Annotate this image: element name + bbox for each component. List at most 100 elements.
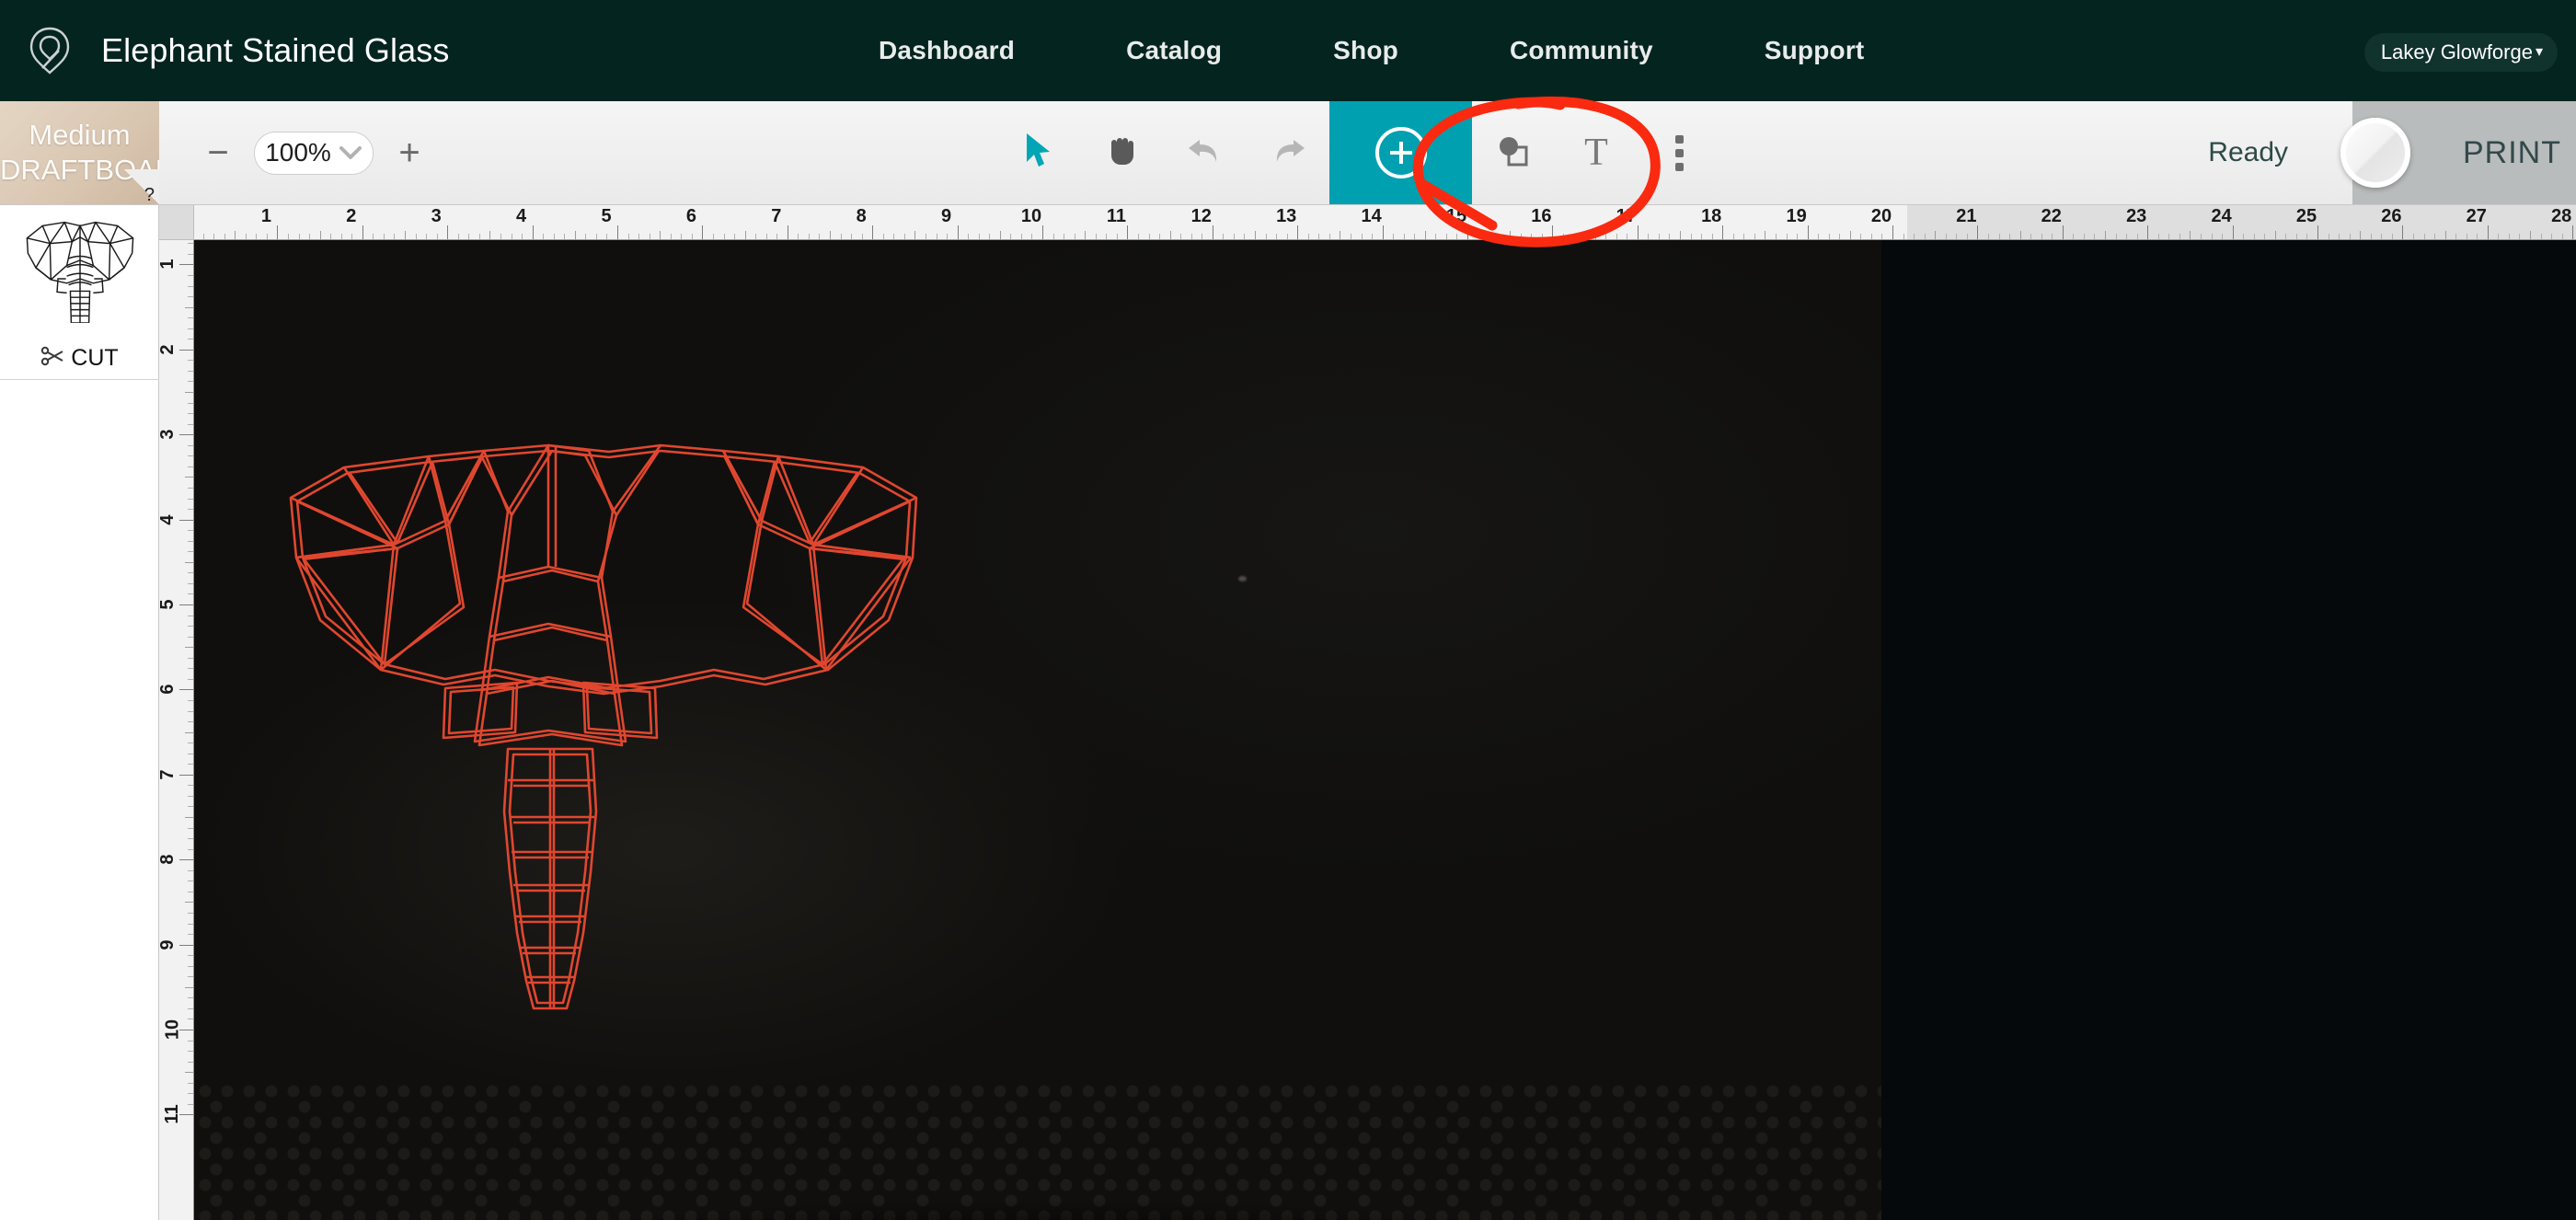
- user-account-menu[interactable]: Lakey Glowforge ▾: [2363, 33, 2558, 72]
- ruler-tick-minor: [188, 317, 193, 319]
- ruler-tick-minor: [1052, 234, 1054, 239]
- ruler-tick-minor: [1424, 231, 1426, 239]
- ruler-label: 5: [159, 599, 178, 610]
- ruler-tick-minor: [188, 582, 193, 584]
- zoom-in-button[interactable]: +: [385, 128, 434, 178]
- top-navigation-bar: Elephant Stained Glass Dashboard Catalog…: [0, 0, 2576, 101]
- horizontal-ruler[interactable]: 1 2 3 4 5 6 7 8 9 10 11 12 13 14 15 16 17 18 19 20 21 22 23 24 2…: [194, 205, 2576, 240]
- ruler-tick-minor: [882, 234, 884, 239]
- design-list-item[interactable]: CUT: [0, 205, 159, 380]
- ruler-tick-minor: [1914, 234, 1915, 239]
- ruler-tick-minor: [765, 234, 767, 239]
- ruler-tick-minor: [1435, 234, 1437, 239]
- redo-button[interactable]: [1247, 101, 1329, 204]
- ruler-tick-minor: [1562, 234, 1564, 239]
- ruler-label: 12: [1190, 206, 1212, 226]
- ruler-tick-minor: [266, 234, 268, 239]
- ruler-tick-minor: [1244, 234, 1246, 239]
- ruler-tick-minor: [188, 551, 193, 553]
- text-tool-button[interactable]: T: [1555, 101, 1638, 204]
- nav-link-catalog[interactable]: Catalog: [1126, 36, 1222, 65]
- ruler-tick-minor: [1754, 234, 1755, 239]
- ruler-tick-minor: [830, 231, 831, 239]
- print-button-label: PRINT: [2463, 134, 2561, 170]
- ruler-tick-minor: [468, 234, 470, 239]
- ruler-tick-minor: [1849, 231, 1851, 239]
- zoom-level-select[interactable]: 100%: [254, 131, 374, 175]
- nav-link-dashboard[interactable]: Dashboard: [879, 36, 1015, 65]
- ruler-tick-minor: [2253, 234, 2255, 239]
- ruler-tick-minor: [808, 234, 810, 239]
- ruler-tick-minor: [1478, 234, 1479, 239]
- material-help-corner[interactable]: ?: [124, 169, 159, 204]
- ruler-tick-minor: [2306, 234, 2308, 239]
- ruler-tick-minor: [1456, 234, 1458, 239]
- ruler-tick-minor: [1839, 234, 1841, 239]
- shapes-tool-button[interactable]: [1472, 101, 1555, 204]
- ruler-tick-major: [2232, 225, 2234, 239]
- ruler-tick-minor: [638, 234, 640, 239]
- ruler-tick-minor: [1328, 234, 1330, 239]
- design-sidebar: CUT: [0, 205, 159, 1220]
- ruler-tick-minor: [185, 647, 193, 649]
- nav-link-community[interactable]: Community: [1510, 36, 1653, 65]
- ruler-tick-minor: [188, 444, 193, 446]
- ruler-tick-minor: [373, 234, 374, 239]
- ruler-tick-major: [1977, 225, 1979, 239]
- ruler-label: 22: [2041, 206, 2062, 226]
- vertical-ruler[interactable]: 1 2 3 4 5 6 7 8 9 10 11: [159, 240, 194, 1220]
- main-nav-links: Dashboard Catalog Shop Community Support: [879, 0, 1864, 101]
- zoom-out-button[interactable]: −: [193, 128, 243, 178]
- operation-row[interactable]: CUT: [0, 345, 159, 372]
- ruler-tick-minor: [188, 487, 193, 489]
- ruler-label: 9: [941, 206, 952, 226]
- ruler-tick-major: [1722, 225, 1724, 239]
- document-title: Elephant Stained Glass: [101, 31, 450, 69]
- ruler-tick-minor: [188, 253, 193, 255]
- ruler-label: 2: [159, 344, 178, 355]
- material-selector[interactable]: Medium DRAFTBOARD ?: [0, 101, 159, 204]
- ruler-tick-minor: [188, 1061, 193, 1063]
- ruler-tick-minor: [2157, 234, 2159, 239]
- print-knob-icon[interactable]: [2340, 118, 2410, 188]
- ruler-tick-minor: [2264, 234, 2266, 239]
- ruler-label: 26: [2381, 206, 2402, 226]
- ruler-tick-minor: [188, 710, 193, 712]
- ruler-tick-minor: [188, 1007, 193, 1009]
- nav-link-shop[interactable]: Shop: [1333, 36, 1398, 65]
- ruler-tick-minor: [188, 274, 193, 276]
- add-artwork-button[interactable]: [1329, 101, 1472, 204]
- ruler-tick-minor: [188, 976, 193, 978]
- glowforge-logo-icon: [29, 26, 71, 75]
- undo-button[interactable]: [1164, 101, 1247, 204]
- ruler-tick-minor: [968, 234, 970, 239]
- ruler-tick-minor: [999, 231, 1001, 239]
- glowforge-logo-button[interactable]: [4, 0, 96, 101]
- ruler-tick-minor: [1180, 234, 1182, 239]
- ruler-tick-minor: [1531, 234, 1533, 239]
- ruler-tick-major: [957, 225, 959, 239]
- ruler-tick-minor: [978, 234, 980, 239]
- laser-bed-material: [194, 240, 1881, 1220]
- user-account-name: Lakey Glowforge: [2380, 40, 2533, 63]
- ruler-tick-minor: [1499, 234, 1501, 239]
- ruler-tick-minor: [394, 234, 396, 239]
- select-tool-button[interactable]: [998, 101, 1081, 204]
- pan-tool-button[interactable]: [1081, 101, 1164, 204]
- nav-link-support[interactable]: Support: [1765, 36, 1865, 65]
- ruler-tick-minor: [947, 234, 949, 239]
- design-canvas[interactable]: [194, 240, 2576, 1220]
- ruler-tick-minor: [2094, 234, 2096, 239]
- zoom-level-value: 100%: [265, 138, 331, 167]
- ruler-tick-minor: [1573, 234, 1575, 239]
- ruler-tick-minor: [188, 243, 193, 245]
- ruler-tick-minor: [1085, 231, 1087, 239]
- ruler-tick-minor: [500, 234, 501, 239]
- ruler-tick-minor: [1956, 234, 1958, 239]
- ruler-tick-minor: [188, 328, 193, 329]
- ruler-tick-minor: [2498, 234, 2500, 239]
- ruler-tick-minor: [1190, 234, 1192, 239]
- more-menu-button[interactable]: [1638, 101, 1720, 204]
- ruler-tick-minor: [2179, 234, 2180, 239]
- ruler-tick-minor: [188, 360, 193, 362]
